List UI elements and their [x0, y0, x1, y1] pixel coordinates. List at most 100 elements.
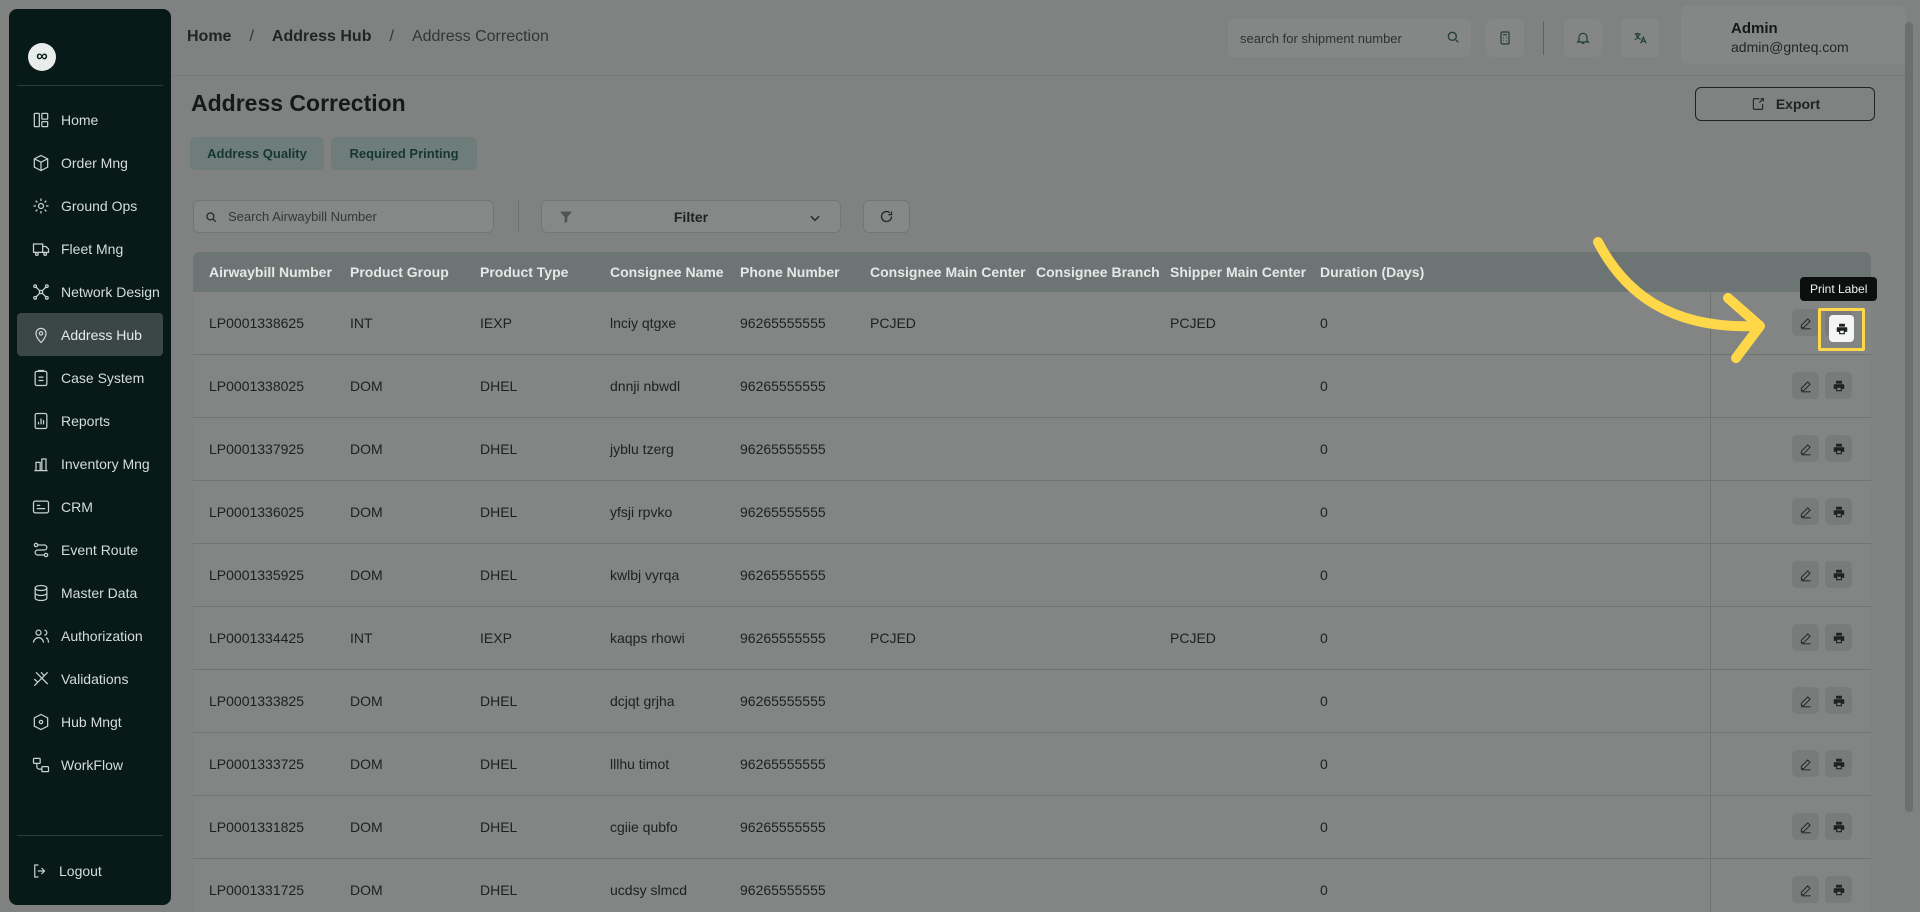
- edit-button[interactable]: [1792, 498, 1819, 525]
- report-icon: [31, 411, 51, 431]
- edit-button[interactable]: [1792, 876, 1819, 903]
- edit-button[interactable]: [1792, 687, 1819, 714]
- shipment-search-placeholder: search for shipment number: [1240, 30, 1402, 46]
- edit-button[interactable]: [1792, 435, 1819, 462]
- tab-required-printing[interactable]: Required Printing: [331, 137, 477, 170]
- filter-label: Filter: [673, 208, 709, 225]
- sidebar-item-home[interactable]: Home: [17, 98, 163, 141]
- printer-icon: [1833, 695, 1844, 706]
- print-label-button[interactable]: [1825, 372, 1852, 399]
- printer-icon: [1833, 443, 1844, 454]
- sidebar-item-master-data[interactable]: Master Data: [17, 571, 163, 614]
- print-label-button[interactable]: [1825, 624, 1852, 651]
- sidebar-nav: Home Order Mng Ground Ops Fleet Mng Network …: [17, 98, 163, 786]
- print-label-button[interactable]: [1825, 435, 1852, 462]
- sidebar: ∞ Home Order Mng Ground Ops Fleet Mng Networ…: [9, 9, 171, 905]
- column-header[interactable]: Product Type: [480, 264, 568, 280]
- edit-button[interactable]: [1792, 561, 1819, 588]
- export-button[interactable]: Export: [1695, 87, 1875, 121]
- print-label-button-highlighted[interactable]: [1829, 315, 1854, 342]
- table-cell: DHEL: [480, 819, 518, 835]
- column-header[interactable]: Shipper Main Center: [1170, 264, 1306, 280]
- table-cell: DHEL: [480, 567, 518, 583]
- table-cell: DOM: [350, 819, 383, 835]
- case-icon: [31, 368, 51, 388]
- sidebar-item-address-hub[interactable]: Address Hub: [17, 313, 163, 356]
- table-row: LP0001337925 DOM DHEL jyblu tzerg 9626555555…: [193, 418, 1871, 481]
- table-cell: IEXP: [480, 315, 512, 331]
- search-icon[interactable]: [1445, 29, 1461, 45]
- logout-button[interactable]: Logout: [31, 862, 102, 880]
- notifications-button[interactable]: [1564, 19, 1602, 57]
- print-label-button[interactable]: [1825, 498, 1852, 525]
- column-header[interactable]: Consignee Main Center: [870, 264, 1026, 280]
- language-button[interactable]: [1621, 19, 1659, 57]
- column-header[interactable]: Product Group: [350, 264, 449, 280]
- sidebar-item-label: Order Mng: [61, 154, 128, 171]
- print-label-button[interactable]: [1825, 813, 1852, 840]
- filter-dropdown[interactable]: Filter: [541, 200, 841, 233]
- sidebar-item-label: Hub Mngt: [61, 713, 122, 730]
- sidebar-item-ground-ops[interactable]: Ground Ops: [17, 184, 163, 227]
- workflow-icon: [31, 755, 51, 775]
- table-cell: DHEL: [480, 441, 518, 457]
- tab-address-quality[interactable]: Address Quality: [190, 137, 324, 170]
- table-cell: LP0001331825: [209, 819, 304, 835]
- sidebar-item-fleet-mng[interactable]: Fleet Mng: [17, 227, 163, 270]
- column-header[interactable]: Consignee Branch: [1036, 264, 1160, 280]
- printer-icon: [1833, 884, 1844, 895]
- sidebar-item-crm[interactable]: CRM: [17, 485, 163, 528]
- users-icon: [31, 626, 51, 646]
- table-cell: LP0001338025: [209, 378, 304, 394]
- sidebar-divider: [17, 85, 163, 86]
- print-label-button[interactable]: [1825, 687, 1852, 714]
- inventory-icon: [31, 454, 51, 474]
- box-icon: [31, 153, 51, 173]
- sidebar-item-case-system[interactable]: Case System: [17, 356, 163, 399]
- calculator-button[interactable]: [1486, 19, 1524, 57]
- table-cell: DOM: [350, 882, 383, 898]
- airwaybill-search-input[interactable]: Search Airwaybill Number: [193, 200, 494, 233]
- user-profile[interactable]: Admin admin@gnteq.com: [1681, 6, 1906, 64]
- sidebar-item-hub-mngt[interactable]: Hub Mngt: [17, 700, 163, 743]
- column-header[interactable]: Phone Number: [740, 264, 840, 280]
- breadcrumb-address-hub[interactable]: Address Hub: [272, 28, 372, 46]
- edit-button[interactable]: [1792, 624, 1819, 651]
- table-cell: LP0001335925: [209, 567, 304, 583]
- sidebar-item-network-design[interactable]: Network Design: [17, 270, 163, 313]
- edit-button[interactable]: [1792, 372, 1819, 399]
- breadcrumb-home[interactable]: Home: [187, 28, 231, 46]
- table-cell: LP0001333725: [209, 756, 304, 772]
- edit-button[interactable]: [1792, 750, 1819, 777]
- edit-button[interactable]: [1792, 309, 1819, 336]
- chevron-down-icon: [810, 215, 820, 222]
- logo[interactable]: ∞: [28, 43, 56, 71]
- print-label-button[interactable]: [1825, 876, 1852, 903]
- sidebar-item-validations[interactable]: Validations: [17, 657, 163, 700]
- printer-icon: [1833, 380, 1844, 391]
- table-cell: DOM: [350, 378, 383, 394]
- table-cell: DHEL: [480, 504, 518, 520]
- sidebar-item-event-route[interactable]: Event Route: [17, 528, 163, 571]
- shipment-search-input[interactable]: search for shipment number: [1228, 19, 1471, 57]
- table-cell: 0: [1320, 819, 1328, 835]
- column-header[interactable]: Consignee Name: [610, 264, 724, 280]
- column-header[interactable]: Airwaybill Number: [209, 264, 332, 280]
- sidebar-item-label: Event Route: [61, 541, 139, 558]
- sidebar-item-reports[interactable]: Reports: [17, 399, 163, 442]
- edit-button[interactable]: [1792, 813, 1819, 840]
- scrollbar[interactable]: [1905, 22, 1913, 812]
- print-label-button[interactable]: [1825, 561, 1852, 588]
- sidebar-item-inventory-mng[interactable]: Inventory Mng: [17, 442, 163, 485]
- column-header[interactable]: Duration (Days): [1320, 264, 1424, 280]
- sidebar-item-authorization[interactable]: Authorization: [17, 614, 163, 657]
- table-row: LP0001336025 DOM DHEL yfsji rpvko 9626555555…: [193, 481, 1871, 544]
- table-cell: DOM: [350, 567, 383, 583]
- refresh-button[interactable]: [863, 200, 910, 233]
- table-cell: 96265555555: [740, 756, 826, 772]
- sidebar-item-order-mng[interactable]: Order Mng: [17, 141, 163, 184]
- sidebar-item-workflow[interactable]: WorkFlow: [17, 743, 163, 786]
- pencil-icon: [1800, 821, 1811, 833]
- pencil-icon: [1800, 317, 1811, 329]
- print-label-button[interactable]: [1825, 750, 1852, 777]
